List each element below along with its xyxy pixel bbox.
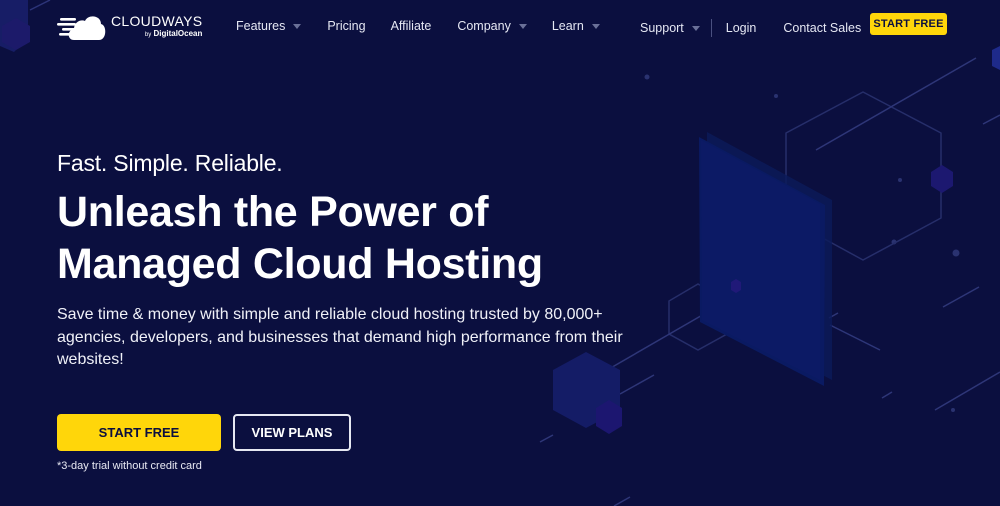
logo-name: CLOUDWAYS — [111, 13, 203, 29]
panel-face — [701, 140, 820, 380]
diagonal-line — [613, 496, 631, 506]
diagonal-line — [829, 324, 881, 351]
dot — [952, 249, 960, 257]
headline-line-2: Managed Cloud Hosting — [57, 240, 543, 288]
chevron-down-icon — [518, 23, 527, 29]
logo[interactable]: CLOUDWAYS by DigitalOcean — [57, 12, 202, 42]
dot — [644, 74, 650, 80]
site-header: CLOUDWAYS by DigitalOcean Features Prici… — [0, 0, 1000, 56]
logo-subtitle: by DigitalOcean — [144, 29, 203, 38]
start-free-button[interactable]: START FREE — [57, 414, 221, 451]
diagonal-line — [982, 114, 1000, 125]
chevron-down-icon — [691, 25, 700, 31]
nav-label: Contact Sales — [783, 21, 862, 35]
contact-sales-link[interactable]: Contact Sales — [783, 21, 861, 35]
login-link[interactable]: Login — [726, 21, 757, 35]
hero-tagline: Fast. Simple. Reliable. — [57, 150, 283, 176]
chevron-down-icon — [591, 23, 600, 29]
trial-note: *3-day trial without credit card — [57, 460, 202, 472]
view-plans-button[interactable]: VIEW PLANS — [233, 414, 351, 451]
diagonal-line — [934, 371, 1000, 411]
header-start-free-button[interactable]: START FREE — [870, 13, 947, 35]
hex-gem — [731, 279, 741, 293]
nav-item-support[interactable]: Support — [640, 21, 700, 35]
nav-divider — [710, 19, 712, 37]
diagonal-line — [881, 391, 893, 399]
hero-headline: Unleash the Power of Managed Cloud Hosti… — [57, 186, 657, 290]
main-nav: Features Pricing Affiliate Company Learn — [236, 19, 600, 33]
dot — [898, 178, 902, 182]
nav-label: Login — [725, 21, 757, 35]
cta-row: START FREE VIEW PLANS — [57, 414, 351, 451]
nav-label: Features — [236, 19, 286, 33]
hero-section: Fast. Simple. Reliable. Unleash the Powe… — [57, 148, 657, 372]
nav-label: Learn — [551, 19, 584, 33]
diagonal-line — [539, 434, 554, 443]
nav-item-company[interactable]: Company — [457, 19, 527, 33]
diagonal-line — [619, 374, 655, 395]
dot — [951, 408, 955, 412]
nav-label: Affiliate — [390, 19, 432, 33]
nav-item-features[interactable]: Features — [236, 19, 302, 33]
nav-item-learn[interactable]: Learn — [552, 19, 600, 33]
diagonal-line — [942, 286, 980, 308]
nav-right: Support Login Contact Sales — [640, 19, 861, 37]
dot — [774, 94, 778, 98]
chevron-down-icon — [293, 23, 302, 29]
nav-label: Pricing — [327, 19, 366, 33]
nav-item-pricing[interactable]: Pricing — [327, 19, 365, 33]
hero-description: Save time & money with simple and reliab… — [57, 306, 623, 368]
cloud-logo-icon — [57, 16, 106, 40]
nav-label: Company — [457, 19, 511, 33]
nav-label: Support — [640, 21, 684, 35]
hex-gem — [931, 165, 953, 193]
nav-item-affiliate[interactable]: Affiliate — [391, 19, 432, 33]
headline-line-1: Unleash the Power of — [57, 188, 489, 236]
